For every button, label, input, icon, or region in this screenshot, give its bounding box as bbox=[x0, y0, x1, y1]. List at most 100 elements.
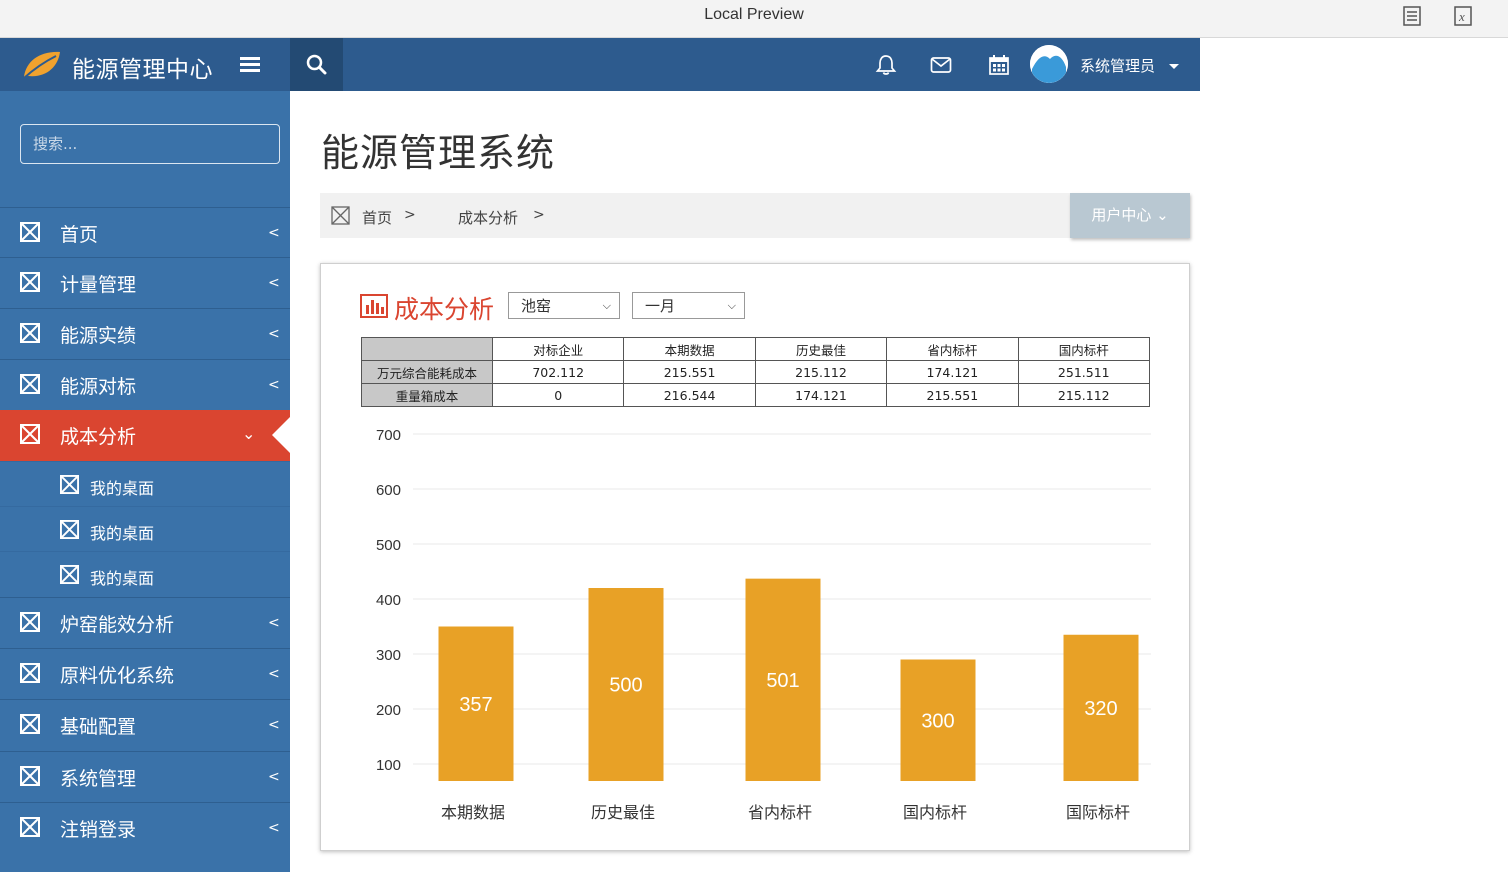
window-titlebar: Local Preview x bbox=[0, 0, 1508, 38]
table-header-cell: 本期数据 bbox=[623, 337, 756, 361]
y-tick-label: 700 bbox=[376, 427, 401, 444]
sidebar-item-logout[interactable]: 注销登录 < bbox=[0, 802, 290, 852]
document-icon[interactable] bbox=[1403, 6, 1421, 26]
menu-item-icon bbox=[20, 374, 40, 394]
kiln-select[interactable]: 池窑 ⌵ bbox=[508, 292, 620, 319]
sidebar-item-label: 能源实绩 bbox=[60, 325, 137, 347]
table-cell: 174.121 bbox=[886, 360, 1019, 384]
sidebar-item-home[interactable]: 首页 < bbox=[0, 207, 290, 257]
sidebar-subitem-my-desktop[interactable]: 我的桌面 bbox=[0, 551, 290, 596]
x-tick-label: 国内标杆 bbox=[903, 803, 967, 822]
brand-name: 能源管理中心 bbox=[72, 57, 213, 83]
x-tick-label: 国际标杆 bbox=[1066, 803, 1130, 822]
sidebar-item-label: 计量管理 bbox=[60, 274, 137, 296]
sidebar-item-label: 首页 bbox=[60, 224, 99, 246]
chevron-down-icon: ⌄ bbox=[242, 424, 256, 443]
sidebar-subitem-my-desktop[interactable]: 我的桌面 bbox=[0, 506, 290, 551]
table-cell: 174.121 bbox=[754, 383, 888, 407]
table-cell: 251.511 bbox=[1017, 360, 1151, 384]
y-tick-label: 200 bbox=[376, 702, 401, 719]
user-center-button[interactable]: 用户中心 ⌄ bbox=[1070, 193, 1190, 238]
cost-analysis-panel: 成本分析 池窑 ⌵ 一月 ⌵ 对标企业 本期数据 历史最佳 省内标杆 国内标杆 … bbox=[320, 263, 1190, 851]
chevron-left-icon: < bbox=[268, 717, 280, 733]
breadcrumb: 首页 > 成本分析 > bbox=[320, 193, 1190, 238]
user-name[interactable]: 系统管理员 bbox=[1080, 55, 1155, 76]
menu-item-icon bbox=[20, 612, 40, 632]
y-tick-label: 100 bbox=[376, 757, 401, 774]
table-corner-cell bbox=[361, 337, 493, 361]
sidebar-subitem-label: 我的桌面 bbox=[90, 479, 155, 498]
cost-bar-chart: 100 200 300 400 500 600 700 357 本期数据 500 历史最佳 501 省内… bbox=[376, 427, 1151, 822]
menu-item-icon bbox=[20, 766, 40, 786]
menu-item-icon bbox=[20, 323, 40, 343]
x-tick-label: 省内标杆 bbox=[748, 803, 812, 822]
brand-bar: 能源管理中心 bbox=[0, 38, 290, 91]
sidebar-item-label: 原料优化系统 bbox=[60, 665, 175, 687]
bar-value-label: 357 bbox=[459, 694, 492, 716]
month-select[interactable]: 一月 ⌵ bbox=[632, 292, 745, 319]
chevron-left-icon: < bbox=[268, 666, 280, 682]
panel-title: 成本分析 bbox=[394, 295, 495, 324]
y-tick-label: 300 bbox=[376, 647, 401, 664]
bar-value-label: 300 bbox=[921, 710, 954, 732]
bar-value-label: 500 bbox=[609, 675, 642, 697]
breadcrumb-current[interactable]: 成本分析 bbox=[458, 207, 518, 228]
kiln-select-value: 池窑 bbox=[521, 297, 552, 315]
sidebar-item-material-optimization[interactable]: 原料优化系统 < bbox=[0, 648, 290, 698]
x-tick-label: 历史最佳 bbox=[591, 803, 655, 822]
table-cell: 215.112 bbox=[754, 360, 888, 384]
table-cell: 215.551 bbox=[886, 383, 1019, 407]
chevron-down-icon: ⌵ bbox=[727, 299, 736, 312]
sidebar-item-label: 能源对标 bbox=[60, 376, 137, 398]
month-select-value: 一月 bbox=[645, 297, 676, 315]
search-button[interactable] bbox=[290, 38, 343, 91]
table-row-label: 万元综合能耗成本 bbox=[361, 360, 493, 384]
user-dropdown-caret-icon[interactable] bbox=[1169, 64, 1179, 69]
chevron-left-icon: < bbox=[268, 225, 280, 241]
avatar-image bbox=[1030, 45, 1068, 83]
home-icon bbox=[331, 206, 350, 225]
sidebar-subitem-label: 我的桌面 bbox=[90, 524, 155, 543]
window-title: Local Preview bbox=[704, 6, 804, 23]
sidebar-item-kiln-efficiency[interactable]: 炉窑能效分析 < bbox=[0, 597, 290, 647]
table-header-row: 对标企业 本期数据 历史最佳 省内标杆 国内标杆 bbox=[361, 337, 1151, 361]
sidebar-item-system-admin[interactable]: 系统管理 < bbox=[0, 751, 290, 801]
y-tick-label: 500 bbox=[376, 537, 401, 554]
sidebar-item-label: 注销登录 bbox=[60, 819, 137, 841]
sidebar-item-basic-config[interactable]: 基础配置 < bbox=[0, 699, 290, 749]
chevron-down-icon: ⌵ bbox=[602, 299, 611, 312]
sidebar-search-input[interactable] bbox=[20, 124, 280, 164]
y-tick-label: 400 bbox=[376, 592, 401, 609]
avatar[interactable] bbox=[1030, 45, 1068, 83]
chevron-left-icon: < bbox=[268, 769, 280, 785]
table-cell: 0 bbox=[491, 383, 625, 407]
chevron-left-icon: < bbox=[268, 615, 280, 631]
sidebar-item-label: 系统管理 bbox=[60, 768, 137, 790]
submenu-item-icon bbox=[60, 520, 79, 539]
x-tick-label: 本期数据 bbox=[441, 803, 505, 822]
close-preview-icon[interactable]: x bbox=[1454, 6, 1472, 26]
submenu-item-icon bbox=[60, 565, 79, 584]
mail-icon[interactable] bbox=[930, 55, 952, 75]
chevron-left-icon: < bbox=[268, 820, 280, 836]
menu-item-icon bbox=[20, 817, 40, 837]
sidebar-item-energy-benchmark[interactable]: 能源对标 < bbox=[0, 359, 290, 409]
table-row-label: 重量箱成本 bbox=[361, 383, 493, 407]
breadcrumb-home-link[interactable]: 首页 bbox=[362, 207, 392, 228]
menu-toggle-icon[interactable] bbox=[240, 55, 260, 73]
menu-item-icon bbox=[20, 424, 40, 444]
sidebar-item-cost-analysis[interactable]: 成本分析 ⌄ bbox=[0, 410, 290, 461]
submenu-item-icon bbox=[60, 475, 79, 494]
sidebar-item-energy-results[interactable]: 能源实绩 < bbox=[0, 308, 290, 358]
bell-icon[interactable] bbox=[875, 55, 897, 75]
table-header-cell: 国内标杆 bbox=[1017, 337, 1151, 361]
table-row: 万元综合能耗成本 702.112 215.551 215.112 174.121… bbox=[361, 360, 1151, 384]
table-row: 重量箱成本 0 216.544 174.121 215.551 215.112 bbox=[361, 383, 1151, 407]
sidebar-item-metering[interactable]: 计量管理 < bbox=[0, 257, 290, 307]
calendar-icon[interactable] bbox=[988, 55, 1010, 75]
table-cell: 702.112 bbox=[491, 360, 625, 384]
y-tick-label: 600 bbox=[376, 482, 401, 499]
sidebar-item-label: 基础配置 bbox=[60, 716, 137, 738]
menu-item-icon bbox=[20, 272, 40, 292]
sidebar-subitem-my-desktop[interactable]: 我的桌面 bbox=[0, 461, 290, 506]
